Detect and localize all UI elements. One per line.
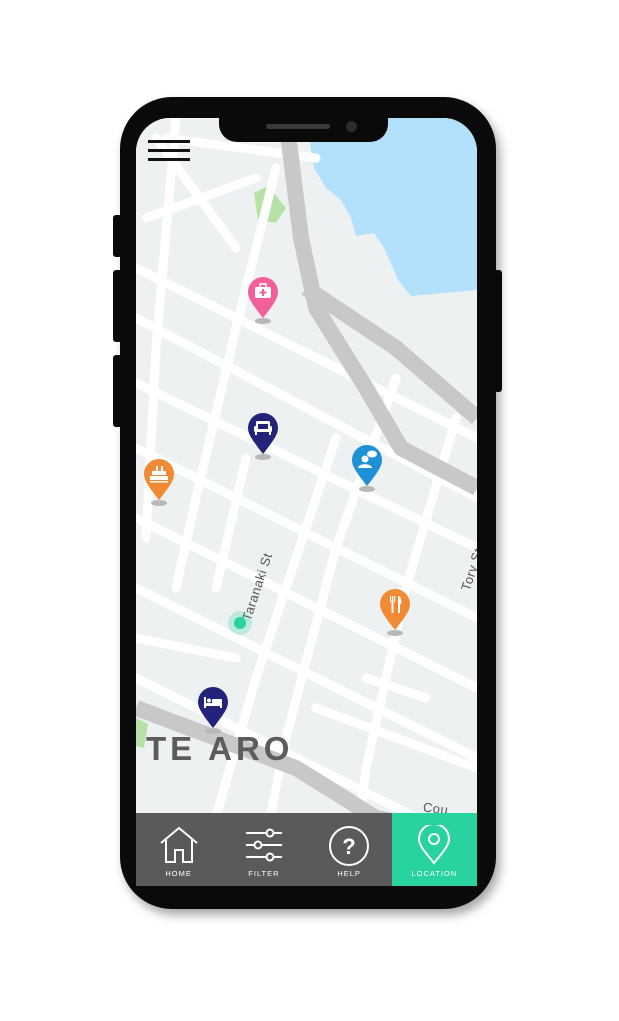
nav-location-button[interactable]: LOCATION: [391, 813, 477, 886]
front-camera: [346, 121, 357, 132]
hamburger-menu-button[interactable]: [148, 138, 190, 164]
map-view[interactable]: Taranaki St Tory St Cou: [136, 118, 477, 886]
nav-help-button[interactable]: ? HELP: [307, 813, 392, 886]
earpiece-speaker: [266, 124, 330, 129]
svg-text:?: ?: [342, 834, 355, 859]
nav-filter-button[interactable]: FILTER: [221, 813, 306, 886]
accommodation-pin-2[interactable]: [196, 686, 230, 736]
location-pin-icon: [418, 825, 451, 865]
sliders-icon: [245, 828, 282, 862]
street-map[interactable]: [136, 118, 477, 886]
first-aid-pin[interactable]: [246, 276, 280, 326]
nav-home-button[interactable]: HOME: [136, 813, 221, 886]
nav-filter-label: FILTER: [248, 869, 280, 878]
landmark-pin[interactable]: [142, 458, 176, 508]
cafe-pin[interactable]: [350, 444, 384, 494]
restaurant-pin[interactable]: [378, 588, 412, 638]
nav-location-label: LOCATION: [411, 869, 458, 878]
help-question-icon: ?: [329, 826, 370, 866]
nav-home-label: HOME: [165, 869, 192, 878]
current-location-marker[interactable]: [228, 611, 252, 635]
nav-help-label: HELP: [337, 869, 361, 878]
accommodation-pin-1[interactable]: [246, 412, 280, 462]
bottom-navigation: HOME FILTER ? HELP LOCATION: [136, 813, 477, 886]
home-icon: [159, 826, 198, 863]
